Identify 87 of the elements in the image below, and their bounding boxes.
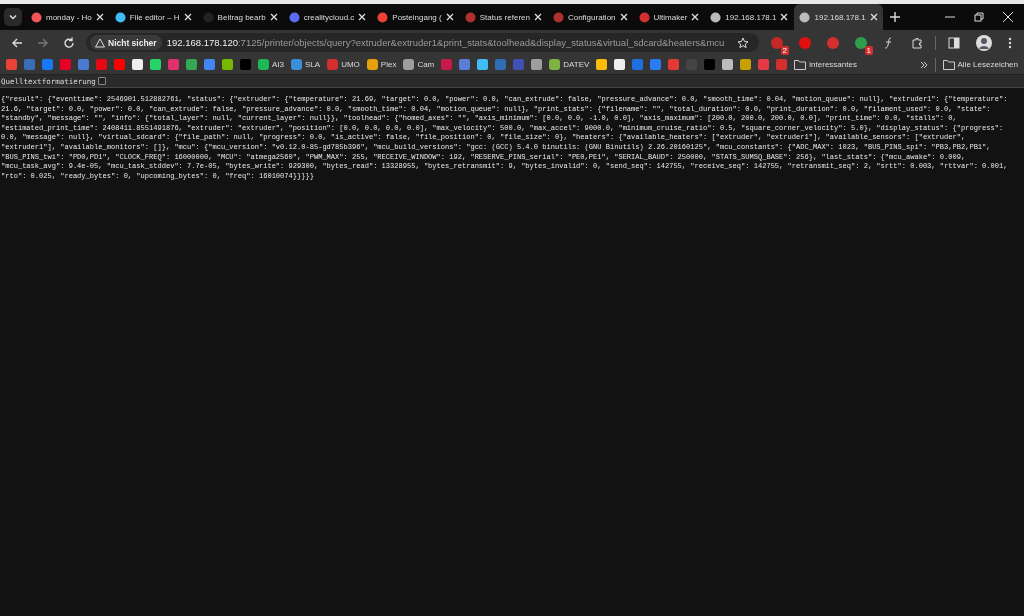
back-icon[interactable] [11, 36, 23, 49]
avatar-icon[interactable] [976, 34, 992, 51]
close-icon[interactable] [95, 13, 104, 21]
bookmark[interactable]: DATEV [549, 59, 590, 70]
close-icon[interactable] [533, 13, 542, 21]
browser-tab[interactable]: Beitrag bearb [197, 4, 283, 30]
tab-title: Configuration [567, 12, 616, 22]
close-icon[interactable] [445, 13, 454, 21]
tab-title: 192.168.178.1 [814, 12, 866, 22]
bookmark-icon [366, 59, 378, 70]
favicon-icon [114, 11, 126, 23]
favicon-icon [377, 11, 389, 23]
bookmark-icon [291, 59, 302, 70]
address-bar[interactable]: Nicht sicher 192.168.178.120:7125/printer/objects/query?extruder&extruder1&print_stats&toolhead&display_status&virtual_sdcard&heaters&mcu [86, 33, 759, 52]
close-icon[interactable] [691, 13, 700, 21]
tab-title: Ultimaker [653, 12, 688, 22]
close-icon[interactable] [869, 13, 878, 21]
bookmark-folder[interactable]: interessantes [794, 59, 857, 70]
browser-tab[interactable]: Configuration [547, 4, 633, 30]
browser-tab[interactable]: 192.168.178.1 [794, 4, 883, 30]
close-icon[interactable] [183, 13, 192, 21]
tab-title: 192.168.178.1 [725, 12, 777, 22]
tab-search-button[interactable] [4, 8, 22, 26]
favicon-icon [710, 11, 722, 23]
all-bookmarks-folder[interactable]: Alle Lesezeichen [942, 59, 1018, 70]
puzzle-icon[interactable] [911, 36, 923, 49]
extension-icon[interactable] [854, 35, 868, 50]
bookmark[interactable]: Plex [366, 59, 397, 70]
side-panel-icon[interactable] [948, 36, 960, 49]
bookmark-icon [403, 59, 415, 70]
browser-tab[interactable]: Ultimaker [633, 4, 705, 30]
favicon-icon [288, 11, 300, 23]
reload-icon[interactable] [63, 36, 75, 49]
tab-title: Posteingang ( [392, 12, 442, 22]
browser-tab[interactable]: File editor – H [109, 4, 197, 30]
close-icon[interactable] [780, 13, 789, 21]
extension-icon[interactable] [770, 35, 784, 50]
browser-tab[interactable]: 192.168.178.1 [705, 4, 794, 30]
tab-title: monday - Ho [46, 12, 92, 22]
favicon-icon [638, 11, 650, 23]
close-icon[interactable] [358, 13, 367, 21]
close-icon[interactable] [269, 13, 278, 21]
chevron-down-icon [8, 12, 18, 22]
bookmark-icon[interactable] [531, 59, 543, 70]
favicon-icon [31, 11, 42, 23]
close-icon[interactable] [1003, 12, 1013, 22]
warning-icon [95, 37, 105, 48]
favicon-icon [464, 11, 476, 23]
bookmark[interactable]: UMO [327, 59, 360, 70]
bookmark-icon [327, 59, 339, 70]
forward-icon[interactable] [37, 36, 49, 49]
browser-tab[interactable]: monday - Ho [26, 4, 109, 30]
bookmark[interactable]: AI3 [258, 59, 284, 70]
bookmark-icon [549, 59, 561, 70]
tab-title: Status referen [479, 12, 530, 22]
favicon-icon [799, 11, 811, 23]
chevrons-icon[interactable] [919, 60, 928, 69]
tab-title: Beitrag bearb [217, 12, 266, 22]
browser-tab[interactable]: crealitycloud.c [283, 4, 372, 30]
folder-icon [942, 59, 955, 70]
bookmark-icon[interactable] [477, 59, 489, 70]
browser-tab[interactable]: Posteingang ( [372, 4, 459, 30]
extension-icon[interactable] [826, 35, 840, 50]
menu-icon[interactable] [1008, 36, 1012, 49]
folder-icon [794, 59, 807, 70]
bookmark-icon[interactable] [596, 59, 608, 70]
bookmark-icon[interactable] [614, 59, 626, 70]
new-tab-icon[interactable] [889, 12, 900, 22]
restore-icon[interactable] [974, 12, 984, 22]
browser-tab[interactable]: Status referen [459, 4, 547, 30]
bookmark-icon [258, 59, 269, 70]
bookmark[interactable]: SLA [291, 59, 321, 70]
security-chip[interactable]: Nicht sicher [90, 35, 162, 50]
tab-title: File editor – H [129, 12, 180, 22]
favicon-icon [552, 11, 564, 23]
extension-icon[interactable] [798, 35, 812, 50]
bookmark[interactable]: Cam [403, 59, 435, 70]
checkbox[interactable] [97, 77, 106, 85]
bookmark-icon[interactable] [722, 59, 734, 70]
close-icon[interactable] [619, 13, 628, 21]
bookmark-icon[interactable] [740, 59, 752, 70]
favicon-icon [202, 11, 214, 23]
tab-title: crealitycloud.c [303, 12, 355, 22]
star-icon[interactable] [737, 36, 749, 49]
badge: 1 [864, 45, 873, 55]
url-text: 192.168.178.120:7125/printer/objects/query?extruder&extruder1&print_stats&toolhead&display_status&virtual_sdcard&heaters&mcu [166, 37, 726, 48]
badge: 2 [780, 45, 789, 55]
